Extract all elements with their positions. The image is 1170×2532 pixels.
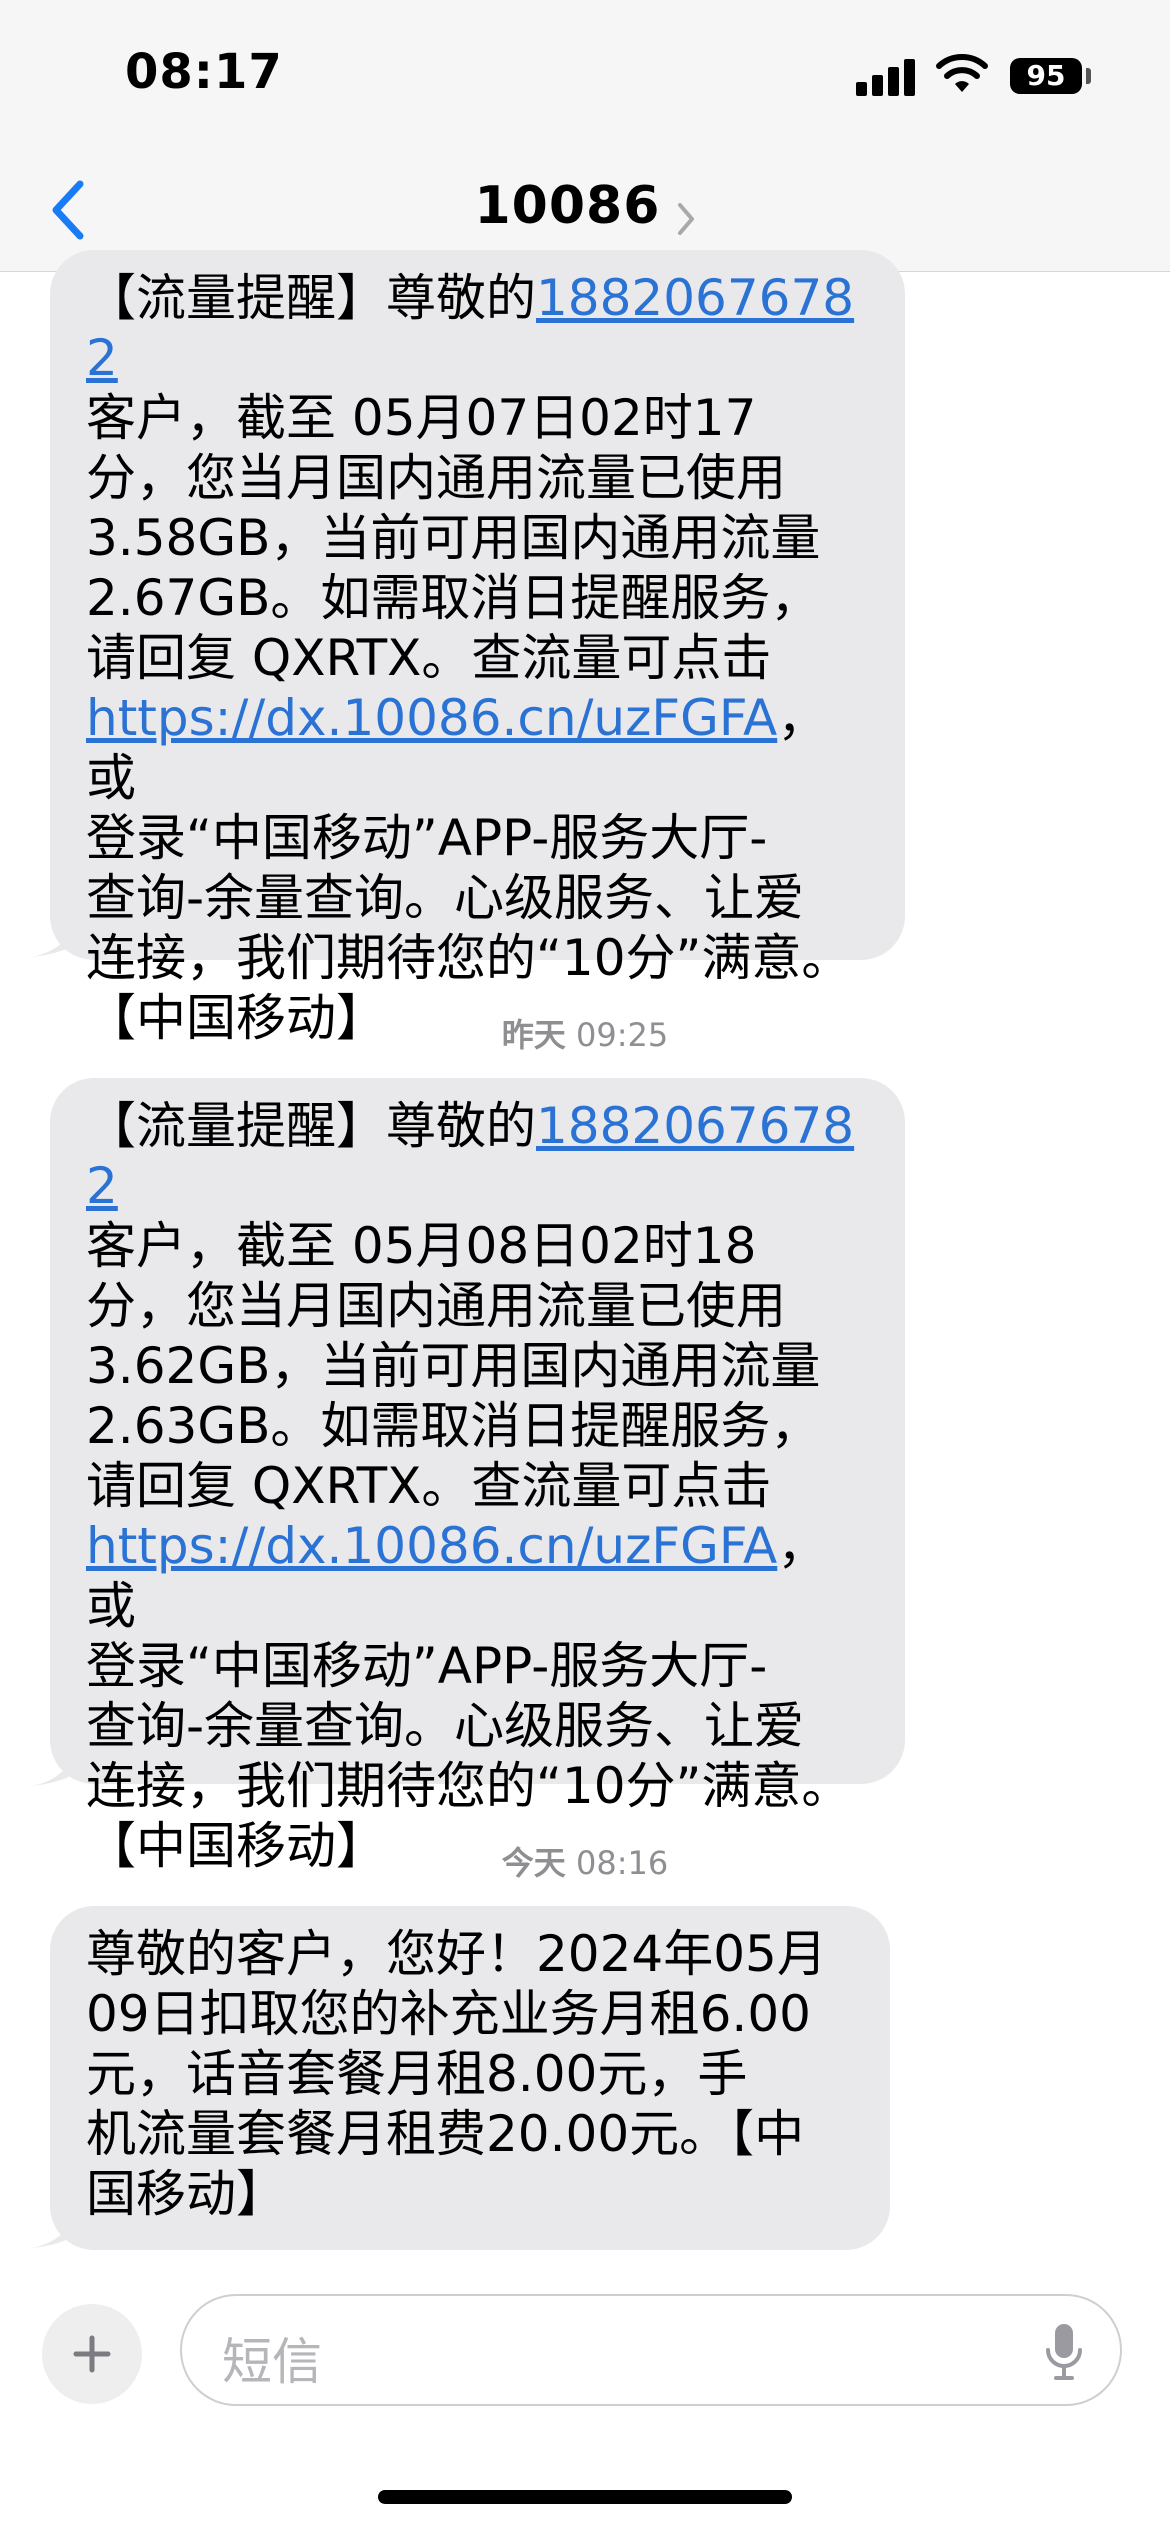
wifi-icon (936, 54, 988, 92)
home-indicator[interactable] (378, 2490, 792, 2504)
bubble-tail (32, 2206, 74, 2248)
battery-nub (1086, 68, 1091, 84)
message-text: 【流量提醒】尊敬的 (86, 269, 536, 327)
message-input[interactable]: 短信 (180, 2294, 1122, 2406)
url-link[interactable]: https://dx.10086.cn/uzFGFA (86, 689, 777, 747)
message-input-placeholder: 短信 (222, 2333, 322, 2391)
timestamp: 今天 08:16 (501, 1844, 669, 1882)
url-link[interactable]: https://dx.10086.cn/uzFGFA (86, 1517, 777, 1575)
message-bubble[interactable]: 尊敬的客户，您好！2024年05月 09日扣取您的补充业务月租6.00 元，话音… (50, 1906, 890, 2250)
bubble-tail (32, 1744, 74, 1786)
bubble-tail (32, 915, 74, 957)
message-text: 【流量提醒】尊敬的 (86, 1097, 536, 1155)
message-bubble[interactable]: 【流量提醒】尊敬的18820676782 客户，截至 05月08日02时18 分… (50, 1078, 905, 1875)
message-bubble[interactable]: 【流量提醒】尊敬的18820676782 客户，截至 05月07日02时17 分… (50, 250, 905, 1047)
contact-title: 10086 (474, 176, 661, 236)
forward-chevron-icon (677, 202, 694, 235)
plus-icon (73, 2335, 111, 2373)
status-bar: 08:17 95 (0, 0, 1170, 150)
contact-header[interactable]: 10086 (0, 176, 1170, 237)
timestamp: 昨天 09:25 (501, 1016, 669, 1054)
signal-icon (856, 58, 916, 96)
message-text: 客户，截至 05月07日02时17 分，您当月国内通用流量已使用 3.58GB，… (86, 389, 821, 687)
apps-button[interactable] (42, 2304, 142, 2404)
microphone-icon[interactable] (1044, 2322, 1084, 2382)
status-time: 08:17 (125, 44, 283, 100)
message-text: 客户，截至 05月08日02时18 分，您当月国内通用流量已使用 3.62GB，… (86, 1217, 821, 1515)
battery-icon: 95 (1010, 58, 1082, 94)
